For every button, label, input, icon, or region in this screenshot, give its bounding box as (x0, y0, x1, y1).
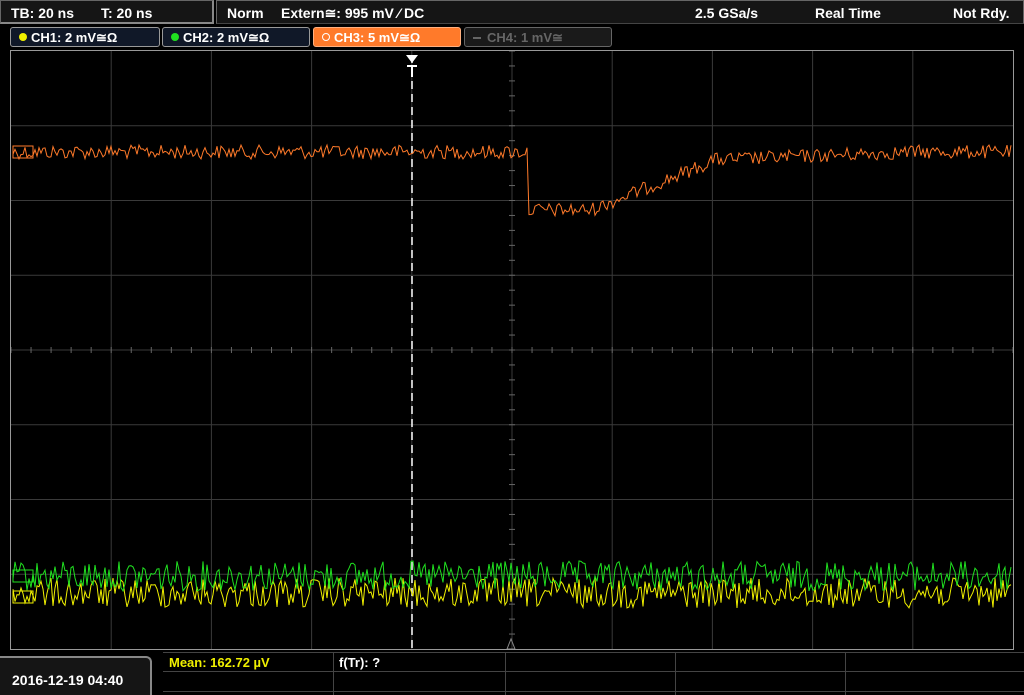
ch4-indicator-icon (473, 37, 481, 39)
trigger-source: Extern≅: 995 mV ⁄ DC (281, 5, 425, 21)
ch1-indicator-icon (19, 33, 27, 41)
channel-2-tab[interactable]: CH2: 2 mV≅Ω (162, 27, 310, 47)
timebase-panel[interactable]: TB: 20 ns T: 20 ns (0, 0, 214, 24)
ch3-label: CH3: 5 mV≅Ω (334, 30, 421, 45)
acquisition-state: Not Rdy. (953, 5, 1010, 21)
sample-rate: 2.5 GSa/s (695, 5, 759, 21)
mean-measurement: Mean: 162.72 µV (169, 655, 270, 670)
measurement-row: Mean: 162.72 µV f(Tr): ? (163, 652, 1024, 672)
channel-3-tab[interactable]: CH3: 5 mV≅Ω (313, 27, 461, 47)
ch3-indicator-icon (322, 33, 330, 41)
ch4-label: CH4: 1 mV≅ (487, 30, 563, 45)
ch2-label: CH2: 2 mV≅Ω (183, 30, 270, 45)
acquisition-mode: Real Time (815, 5, 881, 21)
measurement-row-empty (163, 672, 1024, 692)
trigger-arrow-icon (406, 55, 418, 63)
channel-1-tab[interactable]: CH1: 2 mV≅Ω (10, 27, 160, 47)
timestamp: 2016-12-19 04:40 (12, 672, 124, 688)
trigger-status-bar[interactable]: Norm Extern≅: 995 mV ⁄ DC 2.5 GSa/s Real… (216, 0, 1024, 24)
measurement-panel[interactable]: Mean: 162.72 µV f(Tr): ? (163, 652, 1024, 695)
graticule (10, 50, 1014, 649)
ch2-indicator-icon (171, 33, 179, 41)
channel-4-tab[interactable]: CH4: 1 mV≅ (464, 27, 612, 47)
ch1-label: CH1: 2 mV≅Ω (31, 30, 118, 45)
datetime-panel: 2016-12-19 04:40 (0, 656, 152, 695)
trigger-position-icon (506, 637, 516, 650)
trigger-mode: Norm (227, 5, 264, 21)
trigger-time-label: T: 20 ns (101, 5, 153, 21)
ch2-ground-marker (12, 569, 34, 583)
waveform-plot (10, 50, 1014, 650)
waveform-display[interactable] (10, 50, 1014, 650)
trigger-frequency-measurement: f(Tr): ? (339, 655, 381, 670)
timebase-label: TB: 20 ns (11, 5, 75, 21)
